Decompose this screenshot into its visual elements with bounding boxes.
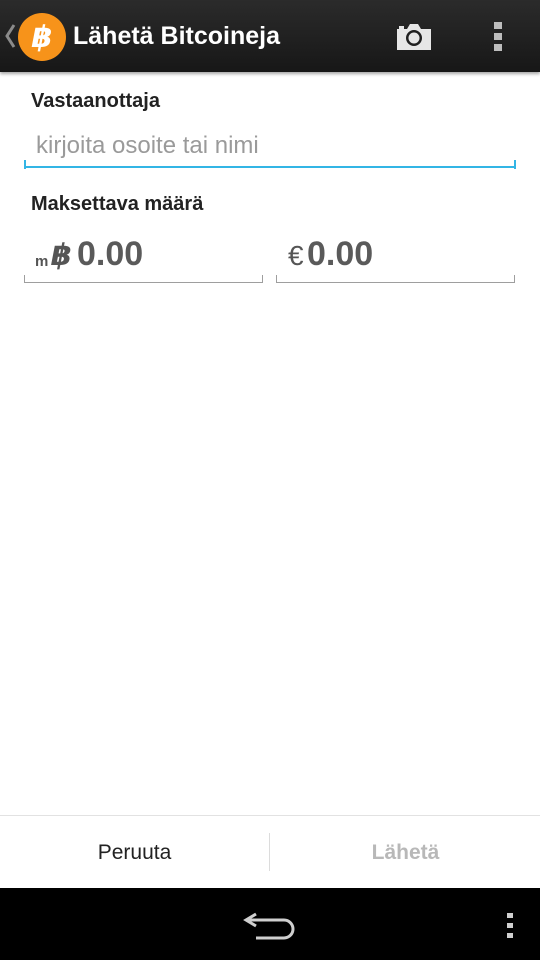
field-edge-right (514, 275, 515, 282)
page-title: Lähetä Bitcoineja (73, 22, 280, 50)
svg-text:฿: ฿ (32, 20, 53, 55)
btc-amount-value: 0.00 (77, 235, 144, 273)
bitcoin-icon: ฿ (51, 239, 72, 272)
field-edge-left (24, 275, 25, 282)
btc-amount-field[interactable]: m ฿ 0.00 (24, 230, 263, 283)
action-bar: ฿ Lähetä Bitcoineja (0, 0, 540, 72)
overflow-menu-icon[interactable] (490, 20, 506, 54)
input-edge-right (514, 160, 516, 169)
button-bar: Peruuta Lähetä (0, 815, 540, 889)
system-nav-bar (0, 888, 540, 960)
cancel-button[interactable]: Peruuta (0, 816, 269, 889)
send-button[interactable]: Lähetä (271, 816, 540, 889)
menu-icon[interactable] (503, 908, 517, 942)
chevron-left-icon[interactable] (3, 22, 17, 50)
recipient-label: Vastaanottaja (31, 90, 160, 112)
euro-icon: € (288, 240, 304, 271)
btc-unit-prefix: m (35, 253, 49, 270)
back-icon[interactable] (240, 908, 300, 940)
fiat-amount-field[interactable]: € 0.00 (276, 230, 515, 283)
amount-label: Maksettava määrä (31, 193, 204, 215)
field-edge-left (276, 275, 277, 282)
camera-icon[interactable] (395, 20, 433, 52)
fiat-amount-value: 0.00 (307, 235, 374, 273)
recipient-input[interactable] (24, 126, 516, 168)
button-divider (269, 833, 270, 871)
bitcoin-logo-icon[interactable]: ฿ (18, 13, 66, 61)
field-edge-right (262, 275, 263, 282)
input-edge-left (24, 160, 26, 169)
